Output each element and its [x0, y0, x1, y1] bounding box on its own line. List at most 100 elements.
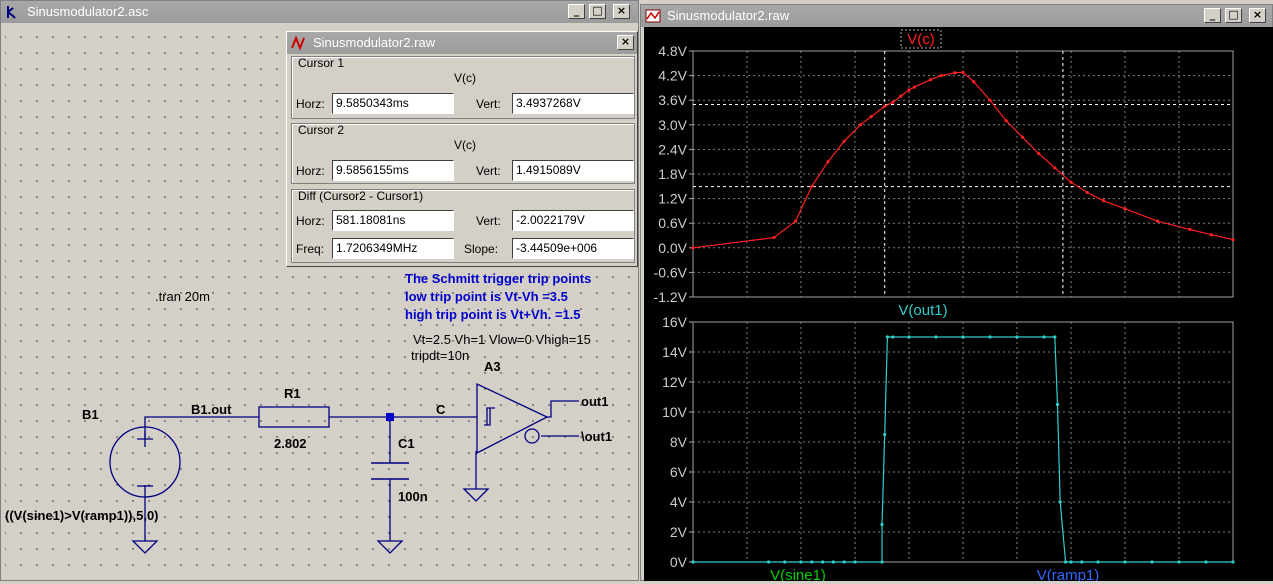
cursor1-vert-field[interactable]: 3.4937268V — [512, 93, 634, 114]
data-point — [794, 219, 798, 223]
data-point — [953, 71, 957, 75]
comment-line-3[interactable]: high trip point is Vt+Vh. =1.5 — [405, 307, 581, 322]
cursor2-vert-field[interactable]: 1.4915089V — [512, 160, 634, 181]
waveform-icon — [291, 35, 305, 51]
y-tick-label: -1.2V — [654, 289, 688, 305]
data-point — [810, 184, 814, 188]
diff-slope-label: Slope: — [464, 242, 499, 256]
cursor1-trace: V(c) — [454, 71, 476, 85]
plot-titlebar[interactable]: Sinusmodulator2.raw _ □ × — [641, 5, 1272, 27]
data-point — [929, 78, 933, 82]
tran-directive[interactable]: .tran 20m — [155, 289, 210, 304]
cursor-window-titlebar[interactable]: Sinusmodulator2.raw × — [287, 32, 637, 54]
cursor2-vert-label: Vert: — [476, 164, 501, 178]
trace-title: V(out1) — [898, 302, 947, 319]
data-point — [1058, 500, 1062, 504]
data-point — [1069, 560, 1073, 564]
data-point — [858, 123, 862, 127]
data-point — [1080, 560, 1084, 564]
diff-freq-field[interactable]: 1.7206349MHz — [332, 238, 454, 259]
data-point — [1123, 560, 1127, 564]
minimize-button[interactable]: _ — [568, 4, 585, 19]
data-point — [1155, 219, 1159, 223]
data-point — [961, 335, 965, 339]
plot-close-button[interactable]: × — [1249, 8, 1266, 23]
data-point — [842, 139, 846, 143]
a3-params-line-1[interactable]: Vt=2.5 Vh=1 Vlow=0 Vhigh=15 — [413, 332, 591, 347]
out1-bar-label[interactable]: \out1 — [581, 429, 612, 444]
b1-expression[interactable]: ((V(sine1)>V(ramp1)),5,0) — [5, 508, 159, 523]
trace-label-ramp1: V(ramp1) — [1037, 567, 1100, 581]
y-tick-label: 0.0V — [658, 240, 687, 256]
y-tick-label: 16V — [662, 314, 688, 330]
out1-label[interactable]: out1 — [581, 394, 608, 409]
data-point — [1069, 180, 1073, 184]
y-tick-label: 4.2V — [658, 68, 687, 84]
y-tick-label: 3.6V — [658, 92, 687, 108]
data-point — [912, 85, 916, 89]
a3-params-line-2[interactable]: tripdt=10n — [411, 348, 469, 363]
diff-horz-field[interactable]: 581.18081ns — [332, 210, 454, 231]
plot-maximize-button[interactable]: □ — [1225, 8, 1242, 23]
node-c-label[interactable]: C — [436, 402, 446, 417]
data-point — [853, 560, 857, 564]
a3-name[interactable]: A3 — [484, 359, 501, 374]
data-point — [939, 74, 943, 78]
y-tick-label: 14V — [662, 344, 688, 360]
comment-line-2[interactable]: low trip point is Vt-Vh =3.5 — [405, 289, 568, 304]
diff-freq-label: Freq: — [296, 242, 325, 256]
plot-app-icon — [645, 9, 661, 23]
data-point — [1150, 560, 1154, 564]
r1-resistor[interactable] — [258, 406, 330, 428]
cursor-window: Sinusmodulator2.raw × Cursor 1 V(c) Horz… — [286, 31, 638, 267]
close-button[interactable]: × — [613, 4, 630, 19]
cursor1-horz-label: Horz: — [296, 97, 325, 111]
b1-name[interactable]: B1 — [82, 407, 99, 422]
data-point — [1209, 233, 1213, 237]
cursor2-horz-field[interactable]: 9.5856155ms — [332, 160, 454, 181]
data-point — [907, 335, 911, 339]
cursor-window-title: Sinusmodulator2.raw — [313, 35, 436, 50]
cursor1-horz-field[interactable]: 9.5850343ms — [332, 93, 454, 114]
y-tick-label: 3.0V — [658, 117, 687, 133]
ground-b1 — [131, 540, 159, 554]
data-point — [891, 335, 895, 339]
trace-label-sine1: V(sine1) — [770, 567, 826, 581]
schematic-titlebar[interactable]: Sinusmodulator2.asc _ □ × — [1, 1, 638, 23]
data-point — [883, 432, 887, 437]
diff-group: Diff (Cursor2 - Cursor1) Horz: 581.18081… — [291, 189, 635, 263]
cursor-window-close-button[interactable]: × — [617, 35, 634, 50]
y-tick-label: -0.6V — [654, 264, 688, 280]
node-c-junction — [386, 413, 394, 421]
data-point — [1085, 190, 1089, 195]
r1-value[interactable]: 2.802 — [274, 436, 307, 451]
y-tick-label: 1.8V — [658, 166, 687, 182]
plot-area[interactable]: 4.8V 4.2V 3.6V 3.0V 2.4V 1.8V 1.2V 0.6V 0.0V -0.6… — [644, 27, 1273, 584]
diff-slope-field[interactable]: -3.44509e+006 — [512, 238, 634, 259]
data-point — [988, 335, 992, 339]
c1-name[interactable]: C1 — [398, 436, 415, 451]
data-point — [691, 246, 695, 250]
diff-vert-field[interactable]: -2.0022179V — [512, 210, 634, 231]
c1-capacitor[interactable] — [371, 462, 409, 480]
comment-line-1[interactable]: The Schmitt trigger trip points — [405, 271, 591, 286]
r1-name[interactable]: R1 — [284, 386, 301, 401]
maximize-button[interactable]: □ — [589, 4, 606, 19]
schematic-title: Sinusmodulator2.asc — [27, 4, 149, 19]
data-point — [772, 235, 776, 240]
data-point — [1053, 335, 1057, 339]
a3-schmitt-trigger[interactable] — [476, 382, 549, 455]
schematic-app-icon — [7, 6, 16, 19]
y-tick-label: 4.8V — [658, 43, 687, 59]
y-tick-label: 2V — [670, 524, 688, 540]
b1-voltage-source[interactable] — [109, 426, 181, 498]
b1-out-label[interactable]: B1.out — [191, 402, 232, 417]
cursor1-legend: Cursor 1 — [298, 56, 345, 70]
data-point — [842, 560, 846, 564]
c1-value[interactable]: 100n — [398, 489, 428, 504]
y-tick-label: 0.6V — [658, 215, 687, 231]
data-point — [826, 160, 830, 164]
y-tick-label: 6V — [670, 464, 688, 480]
plot-minimize-button[interactable]: _ — [1204, 8, 1221, 23]
data-point — [1123, 207, 1127, 211]
